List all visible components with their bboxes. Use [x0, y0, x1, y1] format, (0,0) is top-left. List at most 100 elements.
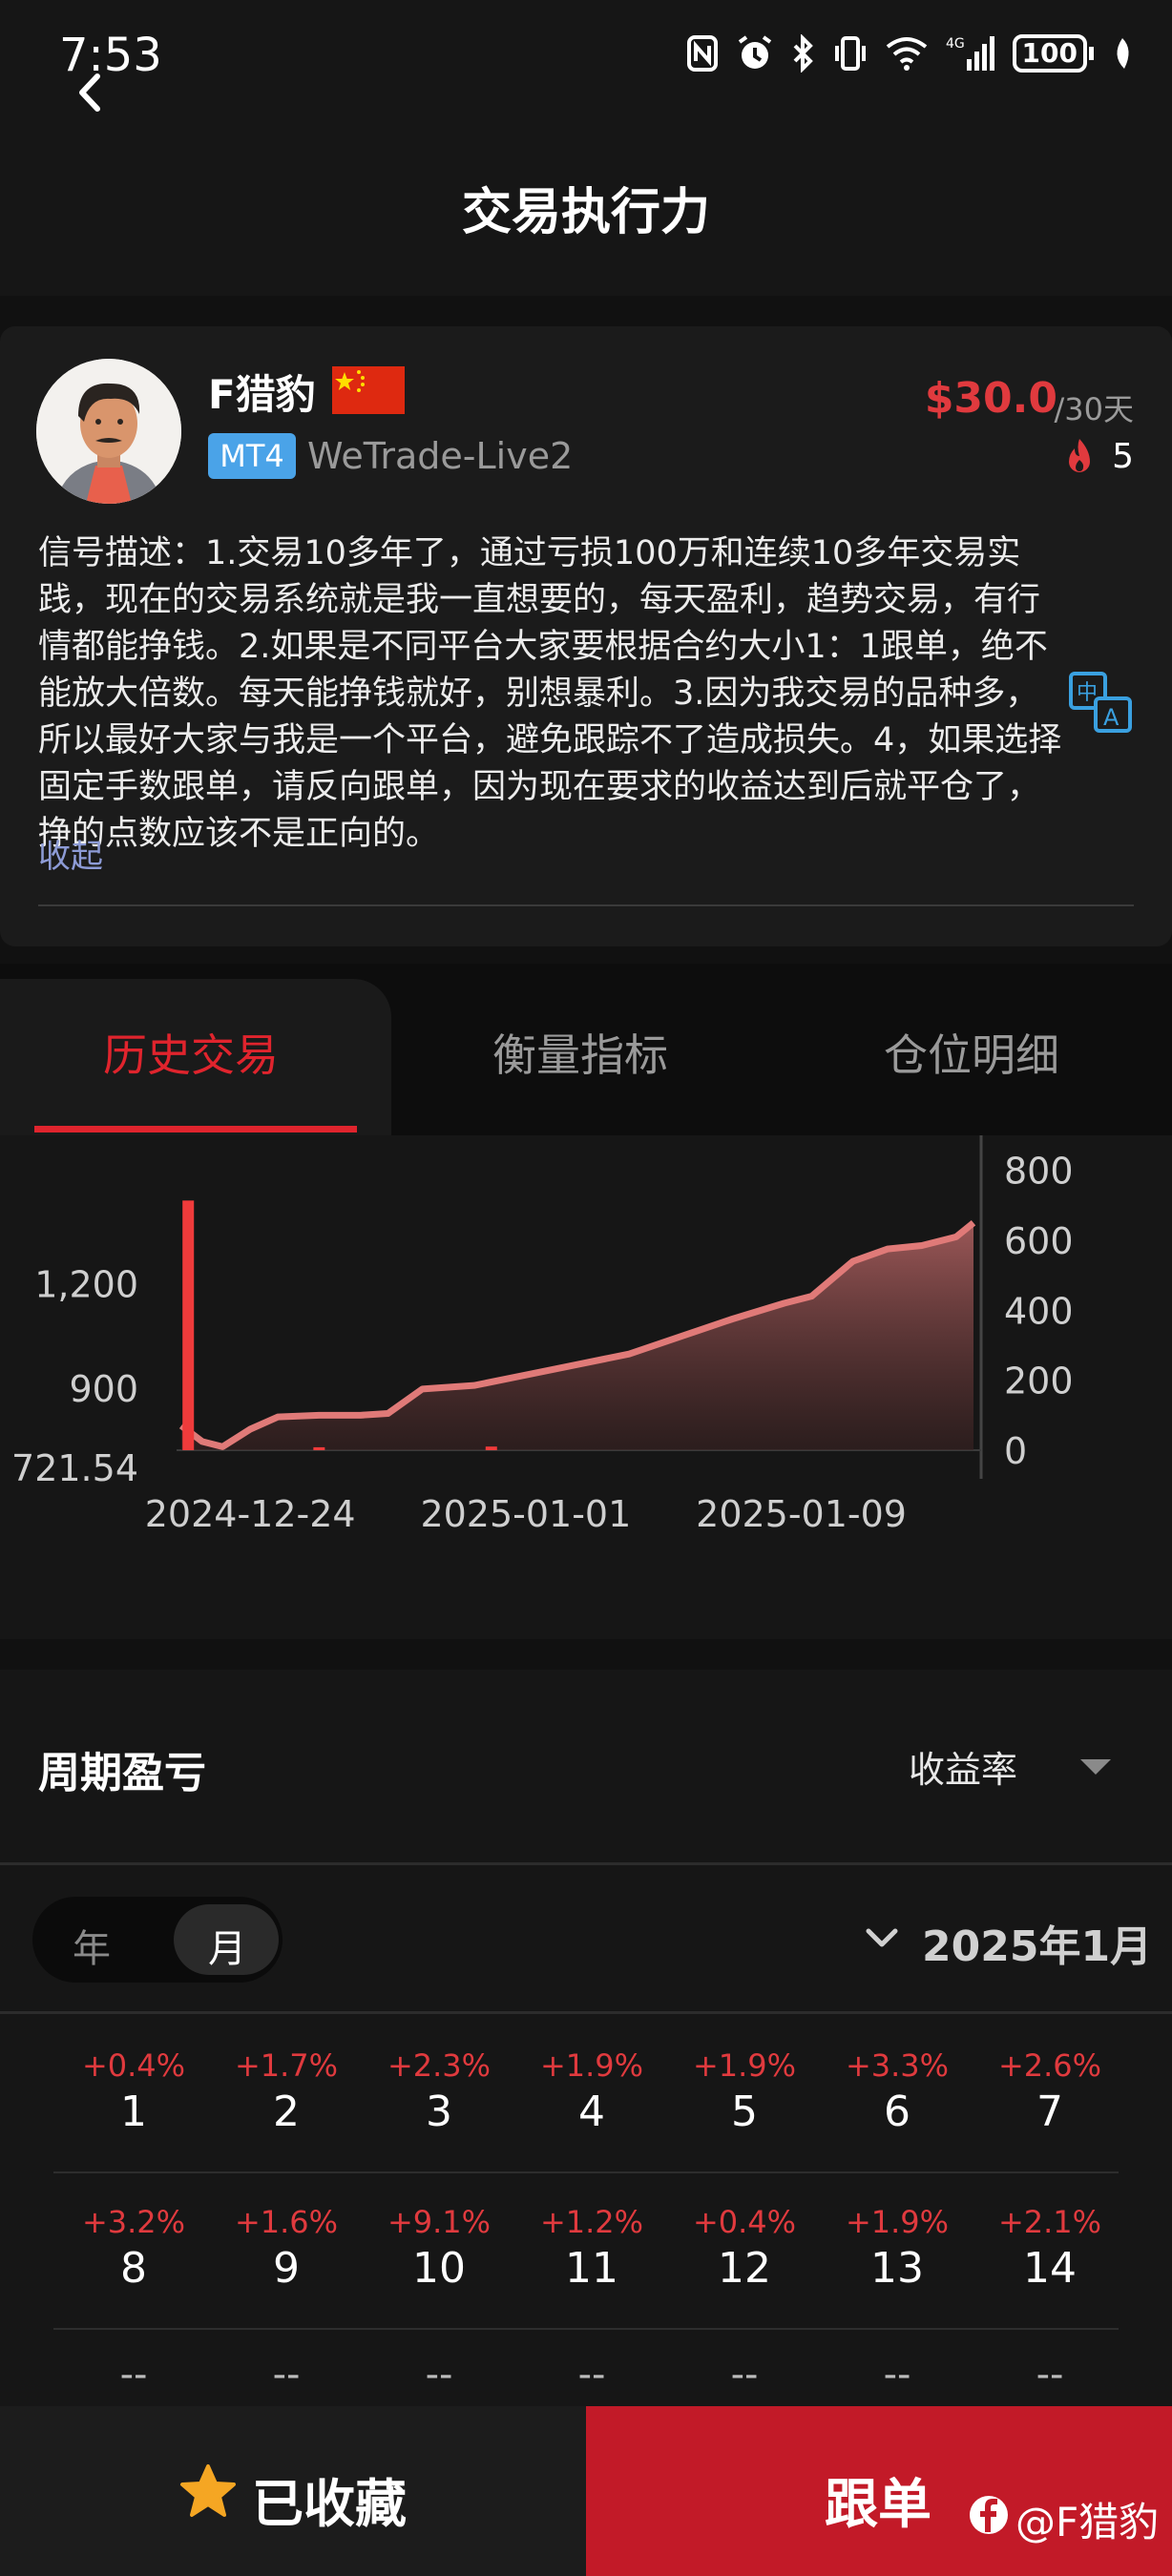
popularity-count: 5	[1112, 437, 1134, 476]
fire-icon	[1069, 439, 1090, 472]
day-number: 1	[120, 2088, 147, 2136]
day-number: 3	[426, 2088, 452, 2136]
trader-name: F猎豹	[208, 371, 316, 418]
vibrate-icon	[834, 36, 866, 71]
calendar-day-cell[interactable]: +2.1% 14	[973, 2204, 1126, 2293]
calendar-day-cell[interactable]: +0.4% 12	[668, 2204, 821, 2293]
day-number: 12	[718, 2244, 771, 2293]
right-tick-label: 0	[1004, 1430, 1027, 1472]
calendar-day-cell[interactable]: +9.1% 10	[363, 2204, 515, 2293]
follow-label: 跟单	[825, 2474, 931, 2536]
day-number: 10	[412, 2244, 466, 2293]
left-tick-label: 1,200	[34, 1264, 138, 1306]
day-number: 8	[120, 2244, 147, 2293]
calendar-day-cell[interactable]: +0.4% 1	[57, 2047, 210, 2136]
collapse-link[interactable]: 收起	[38, 830, 103, 877]
trade-bar	[313, 1446, 325, 1450]
nfc-icon	[686, 35, 718, 72]
calendar-day-cell[interactable]: +2.3% 3	[363, 2047, 515, 2136]
calendar-placeholder: --	[119, 2353, 148, 2397]
daily-return: +1.7%	[234, 2047, 339, 2084]
daily-return: +3.2%	[81, 2204, 186, 2240]
day-number: 9	[273, 2244, 300, 2293]
divider	[0, 1862, 1172, 1865]
left-tick-label: 900	[69, 1368, 138, 1410]
calendar-day-cell[interactable]: +3.3% 6	[821, 2047, 973, 2136]
back-arrow-icon[interactable]	[67, 69, 115, 116]
day-number: 14	[1023, 2244, 1077, 2293]
subscription-period: /30天	[1054, 391, 1134, 427]
tab-positions[interactable]: 仓位明细	[884, 1021, 1059, 1084]
calendar-day-cell[interactable]: +1.9% 4	[515, 2047, 668, 2136]
avatar[interactable]	[36, 359, 181, 504]
daily-return: +0.4%	[692, 2204, 797, 2240]
day-number: 6	[884, 2088, 910, 2136]
daily-return: +1.9%	[845, 2204, 950, 2240]
segment-month[interactable]: 月	[208, 1918, 246, 1973]
divider	[38, 904, 1134, 906]
daily-return: +2.6%	[997, 2047, 1102, 2084]
x-tick-label: 2025-01-09	[696, 1493, 907, 1535]
translate-icon[interactable]: 中A	[1067, 668, 1136, 737]
right-tick-label: 600	[1004, 1220, 1074, 1262]
alarm-icon	[738, 35, 771, 69]
calendar-day-cell[interactable]: +2.6% 7	[973, 2047, 1126, 2136]
subscription-price: $30.0	[924, 374, 1057, 423]
signal-icon: 4G	[946, 36, 994, 71]
status-icons: 4G 100	[686, 34, 1134, 73]
calendar-placeholder: --	[425, 2353, 453, 2397]
left-tick-label: 721.54	[11, 1447, 138, 1489]
daily-return: +0.4%	[81, 2047, 186, 2084]
trade-bar	[182, 1200, 195, 1450]
star-icon	[180, 2464, 236, 2517]
day-number: 11	[565, 2244, 618, 2293]
row-divider	[53, 2328, 1119, 2330]
dropdown-triangle-icon[interactable]	[1077, 1755, 1115, 1778]
daily-return: +3.3%	[845, 2047, 950, 2084]
x-tick-label: 2024-12-24	[145, 1493, 356, 1535]
metric-select[interactable]: 收益率	[909, 1740, 1017, 1793]
avatar-illustration	[36, 359, 181, 504]
calendar-placeholder: --	[577, 2353, 606, 2397]
day-number: 7	[1036, 2088, 1063, 2136]
trade-bar	[485, 1446, 497, 1450]
right-tick-label: 400	[1004, 1290, 1074, 1332]
calendar-day-cell[interactable]: +1.9% 13	[821, 2204, 973, 2293]
day-number: 5	[731, 2088, 758, 2136]
tab-history[interactable]: 历史交易	[103, 1021, 279, 1084]
row-divider	[53, 2171, 1119, 2173]
month-selector[interactable]: 2025年1月	[922, 1912, 1152, 1973]
calendar-day-cell[interactable]: +1.2% 11	[515, 2204, 668, 2293]
equity-chart-svg: 721.54 900 1,200 0 200 400 600 800 2024-12-24 202…	[11, 1135, 1074, 1535]
daily-return: +2.1%	[997, 2204, 1102, 2240]
broker-name: WeTrade-Live2	[307, 435, 574, 477]
watermark-label: @F猎豹	[1015, 2499, 1160, 2545]
svg-text:4G: 4G	[946, 36, 965, 52]
bluetooth-icon	[793, 34, 813, 73]
divider	[0, 2011, 1172, 2014]
day-number: 2	[273, 2088, 300, 2136]
daily-return: +1.6%	[234, 2204, 339, 2240]
right-tick-label: 200	[1004, 1361, 1074, 1402]
calendar-day-cell[interactable]: +1.7% 2	[210, 2047, 363, 2136]
page-title: 交易执行力	[461, 184, 710, 241]
right-tick-label: 800	[1004, 1151, 1074, 1193]
calendar-day-cell[interactable]: +3.2% 8	[57, 2204, 210, 2293]
platform-badge: MT4	[208, 433, 296, 479]
calendar-day-cell[interactable]: +1.6% 9	[210, 2204, 363, 2293]
x-tick-label: 2025-01-01	[420, 1493, 631, 1535]
tab-metrics[interactable]: 衡量指标	[492, 1021, 668, 1084]
daily-return: +9.1%	[387, 2204, 492, 2240]
daily-return: +2.3%	[387, 2047, 492, 2084]
period-pl-title: 周期盈亏	[38, 1749, 206, 1797]
battery-level: 100	[1012, 34, 1087, 73]
chevron-down-icon[interactable]	[863, 1923, 901, 1952]
calendar-placeholder: --	[272, 2353, 301, 2397]
calendar-placeholder: --	[883, 2353, 911, 2397]
calendar-day-cell[interactable]: +1.9% 5	[668, 2047, 821, 2136]
wifi-icon	[886, 37, 927, 71]
battery-icon: 100	[1012, 34, 1094, 73]
segment-year[interactable]: 年	[73, 1918, 111, 1973]
favorite-label: 已收藏	[252, 2474, 407, 2534]
daily-return: +1.9%	[692, 2047, 797, 2084]
